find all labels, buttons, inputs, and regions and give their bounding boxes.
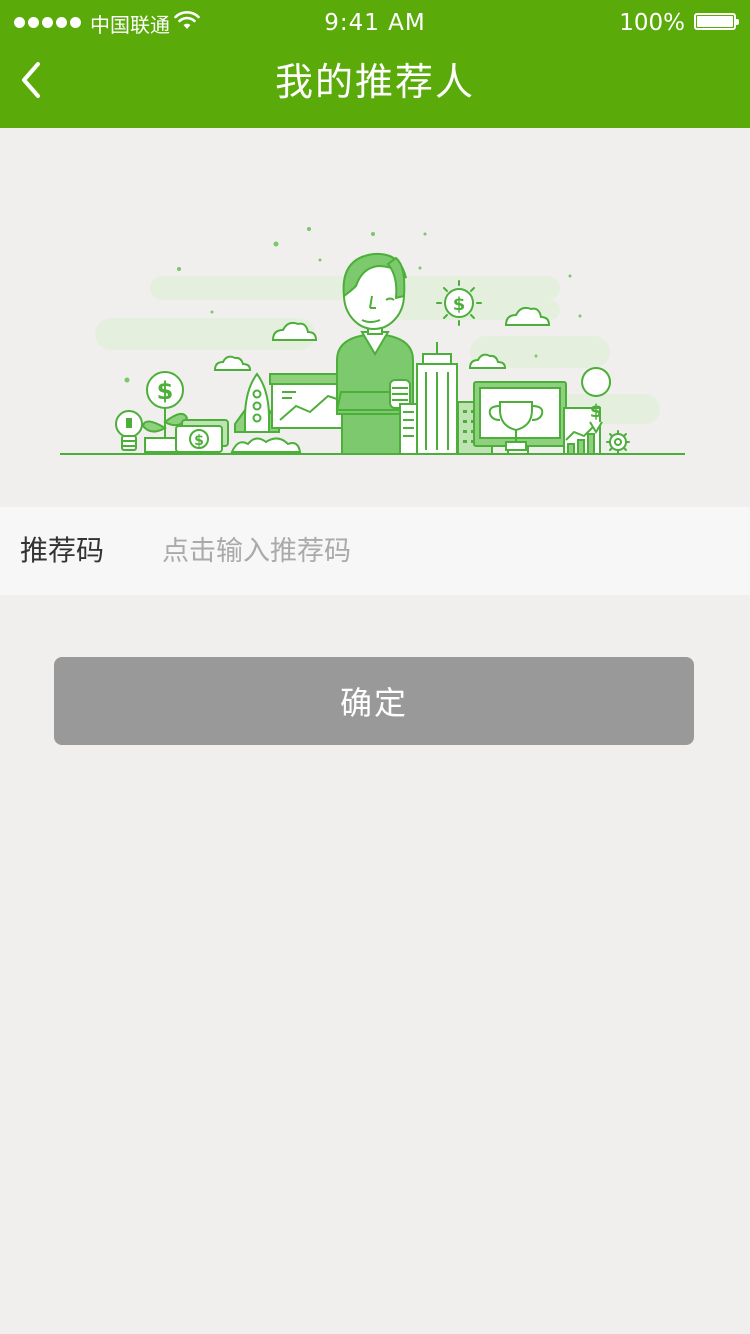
status-bar: 中国联通 9:41 AM 100%: [0, 0, 750, 48]
svg-text:$: $: [590, 401, 603, 422]
page-title: 我的推荐人: [274, 60, 475, 104]
svg-text:$: $: [453, 294, 466, 315]
cloud-icon: [213, 355, 252, 371]
gear-icon: [606, 430, 630, 454]
cash-icon: $: [175, 419, 229, 453]
referral-illustration: $ $ $ $: [60, 227, 685, 455]
battery-icon: [694, 13, 739, 30]
svg-text:$: $: [157, 377, 174, 405]
svg-text:$: $: [194, 433, 204, 449]
referral-code-input[interactable]: [150, 521, 730, 581]
referral-code-row: 推荐码: [0, 507, 750, 595]
lightbulb-icon: [115, 410, 143, 451]
referral-code-label: 推荐码: [20, 534, 105, 567]
battery-percentage: 100%: [619, 10, 685, 36]
app-header: 中国联通 9:41 AM 100% 我的推荐人: [0, 0, 750, 128]
confirm-button[interactable]: 确定: [54, 657, 694, 745]
